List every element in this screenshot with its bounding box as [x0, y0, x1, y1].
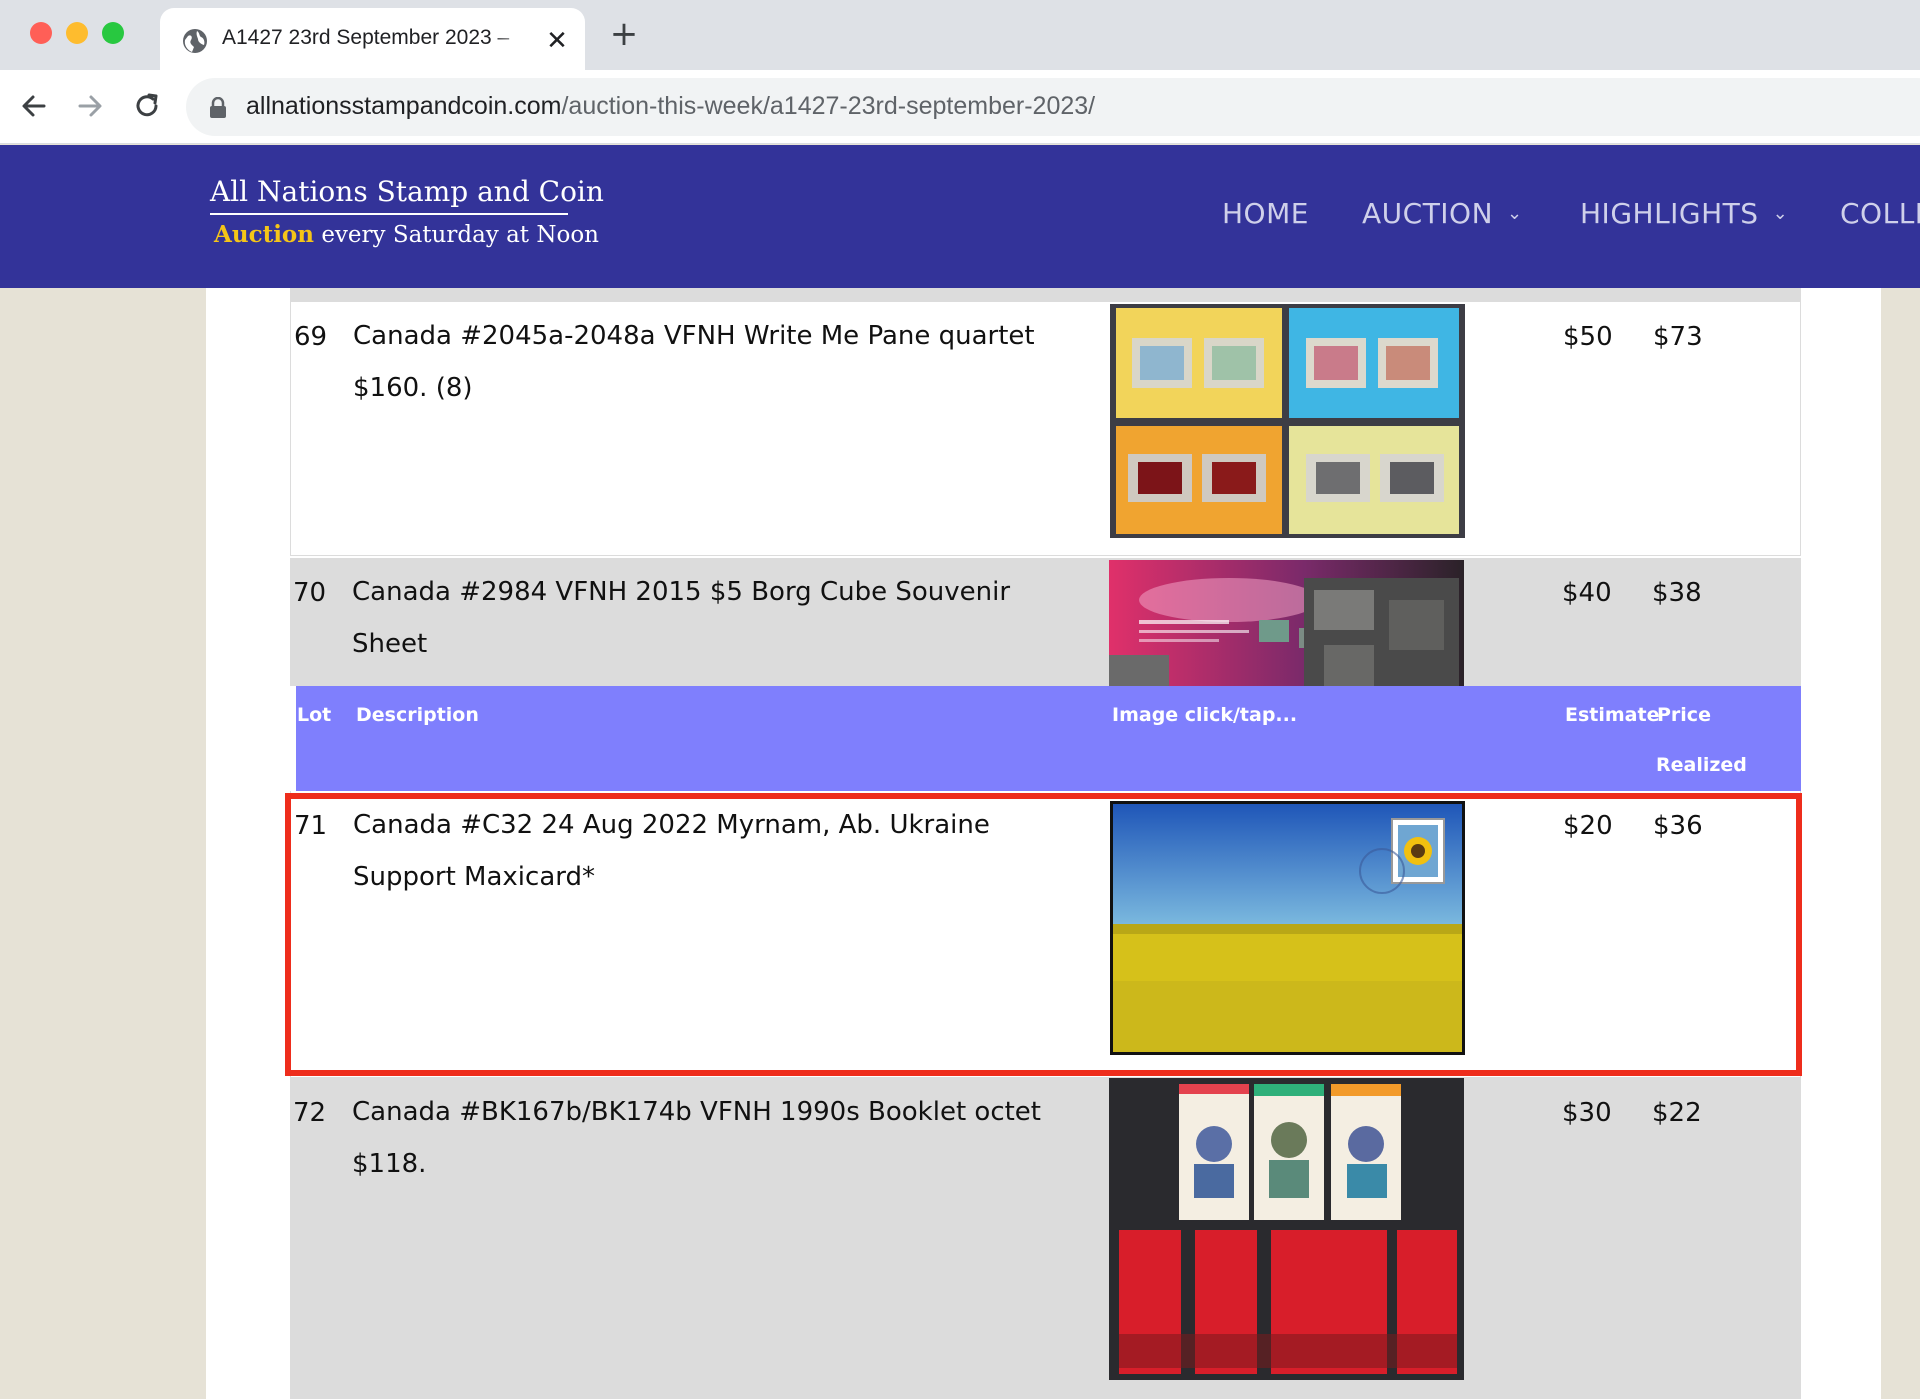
lock-icon[interactable] — [208, 97, 228, 119]
close-tab-icon[interactable]: ✕ — [540, 24, 574, 58]
lot-image[interactable] — [1110, 304, 1465, 538]
browser-tab-active[interactable]: A1427 23rd September 2023 – ✕ — [160, 8, 585, 70]
table-row: 70 Canada #2984 VFNH 2015 $5 Borg Cube S… — [290, 558, 1801, 686]
nav-highlights[interactable]: HIGHLIGHTS ⌄ — [1580, 197, 1788, 230]
chevron-down-icon: ⌄ — [1507, 203, 1523, 224]
header-description: Description — [356, 704, 479, 726]
lot-price-realized: $38 — [1652, 578, 1702, 608]
lot-price-realized: $73 — [1653, 322, 1703, 352]
lot-description: Canada #BK167b/BK174b VFNH 1990s Booklet… — [352, 1097, 1041, 1179]
browser-tab-bar: A1427 23rd September 2023 – ✕ + — [0, 0, 1920, 70]
lot-price-realized: $22 — [1652, 1098, 1702, 1128]
tagline-rest: every Saturday at Noon — [321, 222, 599, 248]
header-estimate: Estimate — [1565, 704, 1660, 726]
lot-image[interactable] — [1109, 1078, 1464, 1380]
site-header: All Nations Stamp and Coin Auction every… — [0, 145, 1920, 288]
header-lot: Lot — [297, 704, 332, 726]
lot-estimate: $40 — [1562, 578, 1612, 608]
address-bar[interactable]: allnationsstampandcoin.com/auction-this-… — [186, 78, 1920, 136]
back-arrow-icon[interactable] — [16, 88, 52, 124]
nav-highlights-label: HIGHLIGHTS — [1580, 197, 1759, 230]
lot-number: 69 — [294, 322, 328, 352]
header-image: Image click/tap... — [1112, 704, 1298, 726]
nav-auction[interactable]: AUCTION ⌄ — [1362, 197, 1523, 230]
header-price: Price — [1657, 704, 1711, 726]
globe-icon — [183, 29, 207, 53]
table-row: 72 Canada #BK167b/BK174b VFNH 1990s Book… — [290, 1078, 1801, 1399]
logo-underline — [210, 213, 568, 215]
nav-collections[interactable]: COLLE — [1840, 197, 1920, 230]
table-top-strip — [290, 288, 1801, 302]
nav-home-label: HOME — [1222, 197, 1309, 230]
table-header: Lot Description Image click/tap... Estim… — [296, 686, 1801, 791]
nav-collections-label: COLLE — [1840, 197, 1920, 230]
reload-icon[interactable] — [129, 88, 165, 124]
lot-number: 72 — [293, 1098, 327, 1128]
url-text: allnationsstampandcoin.com/auction-this-… — [246, 92, 1095, 121]
tagline-highlight: Auction — [214, 221, 314, 248]
minimize-window-button[interactable] — [66, 22, 88, 44]
lot-number: 70 — [293, 578, 327, 608]
lot-description: Canada #2984 VFNH 2015 $5 Borg Cube Souv… — [352, 577, 1011, 659]
site-logo-title[interactable]: All Nations Stamp and Coin — [210, 175, 604, 208]
table-row: 69 Canada #2045a-2048a VFNH Write Me Pan… — [290, 302, 1801, 556]
nav-home[interactable]: HOME — [1222, 197, 1309, 230]
highlight-box — [285, 793, 1802, 1076]
close-window-button[interactable] — [30, 22, 52, 44]
site-tagline: Auction every Saturday at Noon — [214, 221, 599, 248]
url-domain: allnationsstampandcoin.com — [246, 92, 562, 120]
lot-estimate: $50 — [1563, 322, 1613, 352]
lot-estimate: $30 — [1562, 1098, 1612, 1128]
lot-image[interactable] — [1109, 560, 1464, 686]
header-realized: Realized — [1656, 754, 1747, 776]
lot-description: Canada #2045a-2048a VFNH Write Me Pane q… — [353, 321, 1035, 403]
tab-title: A1427 23rd September 2023 – — [222, 26, 510, 49]
chevron-down-icon: ⌄ — [1772, 203, 1789, 224]
nav-auction-label: AUCTION — [1362, 197, 1494, 230]
browser-toolbar: allnationsstampandcoin.com/auction-this-… — [0, 70, 1920, 144]
url-path: /auction-this-week/a1427-23rd-september-… — [561, 92, 1096, 120]
maximize-window-button[interactable] — [102, 22, 124, 44]
forward-arrow-icon[interactable] — [72, 88, 108, 124]
new-tab-button[interactable]: + — [606, 16, 642, 52]
tab-title-fade — [490, 22, 534, 58]
